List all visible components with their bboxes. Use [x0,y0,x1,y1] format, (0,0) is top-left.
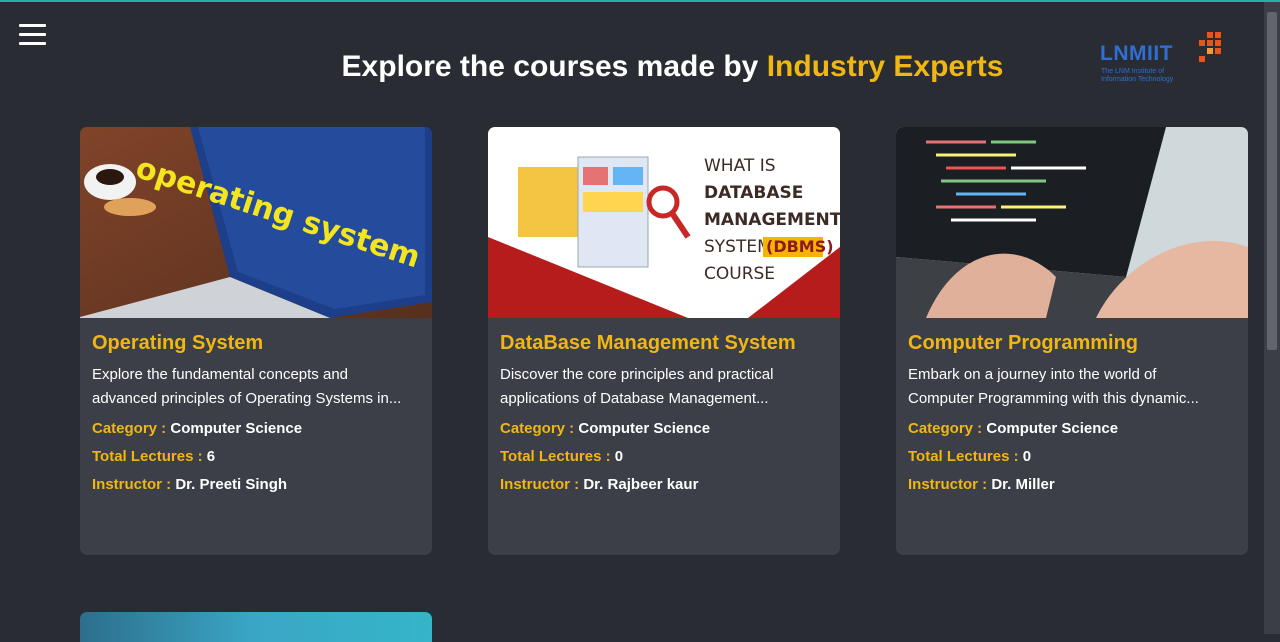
course-card-dbms[interactable]: WHAT IS DATABASE MANAGEMENT SYSTEM (DBMS… [488,127,840,555]
page-title: Explore the courses made by Industry Exp… [341,50,1004,83]
svg-text:DATABASE: DATABASE [704,183,803,203]
scrollbar-thumb[interactable] [1267,12,1277,350]
course-instructor: Instructor : Dr. Preeti Singh [92,476,288,493]
course-card-operating-system[interactable]: operating system Operating System Explor… [80,127,432,555]
page-scrollbar[interactable] [1264,2,1280,634]
svg-text:COURSE: COURSE [704,264,775,284]
course-title[interactable]: DataBase Management System [500,332,828,355]
svg-text:WHAT IS: WHAT IS [704,156,776,176]
course-lectures: Total Lectures : 6 [92,448,216,465]
course-category: Category : Computer Science [500,420,711,437]
course-instructor: Instructor : Dr. Miller [908,476,1055,493]
svg-text:MANAGEMENT: MANAGEMENT [704,210,840,230]
course-description: Discover the core principles and practic… [500,366,774,407]
course-category: Category : Computer Science [92,420,303,437]
hamburger-menu-icon[interactable] [19,24,46,46]
course-description: Embark on a journey into the world of Com… [908,366,1199,407]
course-description: Explore the fundamental concepts and adva… [92,366,402,407]
course-lectures: Total Lectures : 0 [908,448,1032,465]
course-card-programming[interactable]: Computer Programming Embark on a journey… [896,127,1248,555]
course-category: Category : Computer Science [908,420,1119,437]
svg-text:(DBMS): (DBMS) [766,237,834,256]
course-title[interactable]: Computer Programming [908,332,1236,355]
course-title[interactable]: Operating System [92,332,420,355]
svg-text:SYSTEM: SYSTEM [704,237,772,257]
lnmiit-logo[interactable]: LNMIIT The LNM Institute of Information T… [1100,30,1225,88]
course-instructor: Instructor : Dr. Rajbeer kaur [500,476,699,493]
course-card-partial[interactable] [80,612,432,642]
course-image-dbms: WHAT IS DATABASE MANAGEMENT SYSTEM (DBMS… [488,127,840,318]
course-lectures: Total Lectures : 0 [500,448,624,465]
course-image-programming [896,127,1248,318]
course-image-operating-system: operating system [80,127,432,318]
title-highlight: Industry Experts [766,50,1004,83]
